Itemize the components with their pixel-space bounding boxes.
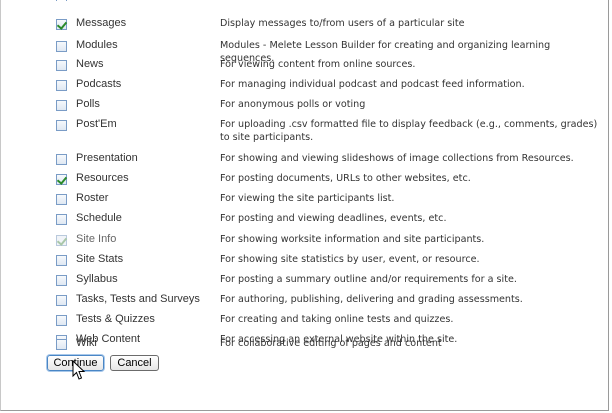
tool-checkbox[interactable] [56,214,67,225]
tool-checkbox[interactable] [56,315,67,326]
tool-name-label[interactable]: Polls [76,98,100,110]
cropped-row [56,0,612,1]
tool-description: For posting and viewing deadlines, event… [220,213,447,224]
tool-name-label[interactable]: Site Info [76,233,116,245]
tool-checkbox[interactable] [56,19,67,30]
tool-checkbox[interactable] [56,339,67,350]
tool-name-label[interactable]: Post'Em [76,118,117,130]
tool-checkbox[interactable] [56,60,67,71]
tool-description: For showing and viewing slideshows of im… [220,153,574,164]
tool-name-label[interactable]: Messages [76,17,126,29]
tool-checkbox[interactable] [56,295,67,306]
cancel-button[interactable]: Cancel [110,355,159,371]
tool-description: For showing site statistics by user, eve… [220,254,480,265]
tool-name-label[interactable]: Modules [76,39,118,51]
tool-checkbox [56,235,67,246]
tool-description: For posting a summary outline and/or req… [220,274,517,285]
tool-description: For managing individual podcast and podc… [220,79,525,90]
tool-checkbox[interactable] [56,41,67,52]
tool-checkbox[interactable] [56,80,67,91]
tool-description: For showing worksite information and sit… [220,234,485,245]
tool-name-label[interactable]: Tests & Quizzes [76,313,155,325]
tool-checkbox[interactable] [56,120,67,131]
tool-description: For creating and taking online tests and… [220,314,454,325]
tool-description: For posting documents, URLs to other web… [220,173,471,184]
tool-name-label[interactable]: Podcasts [76,78,121,90]
tool-checkbox[interactable] [56,100,67,111]
tool-name-label[interactable]: Roster [76,192,108,204]
tool-checkbox[interactable] [56,194,67,205]
tool-list-panel: Messages Display messages to/from users o… [0,0,609,411]
tool-checkbox[interactable] [56,154,67,165]
tool-description: For anonymous polls or voting [220,99,366,110]
mouse-pointer-icon [72,360,86,380]
tool-checkbox[interactable] [56,275,67,286]
tool-description: For viewing content from online sources. [220,59,416,70]
tool-name-label[interactable]: Site Stats [76,253,123,265]
tool-description: For viewing the site participants list. [220,193,395,204]
tool-checkbox[interactable] [56,174,67,185]
tool-name-label[interactable]: Tasks, Tests and Surveys [76,293,200,305]
tool-description: For uploading .csv formatted file to dis… [220,119,598,143]
tool-name-label[interactable]: Wiki [76,337,97,349]
tool-description: For authoring, publishing, delivering an… [220,294,523,305]
tool-name-label[interactable]: News [76,58,104,70]
tool-checkbox[interactable] [56,255,67,266]
tool-name-label[interactable]: Syllabus [76,273,118,285]
tool-name-label[interactable]: Presentation [76,152,138,164]
tool-description: For collaborative editing of pages and c… [220,338,442,349]
tool-description: Display messages to/from users of a part… [220,18,465,29]
tool-name-label[interactable]: Resources [76,172,129,184]
tool-name-label[interactable]: Schedule [76,212,122,224]
